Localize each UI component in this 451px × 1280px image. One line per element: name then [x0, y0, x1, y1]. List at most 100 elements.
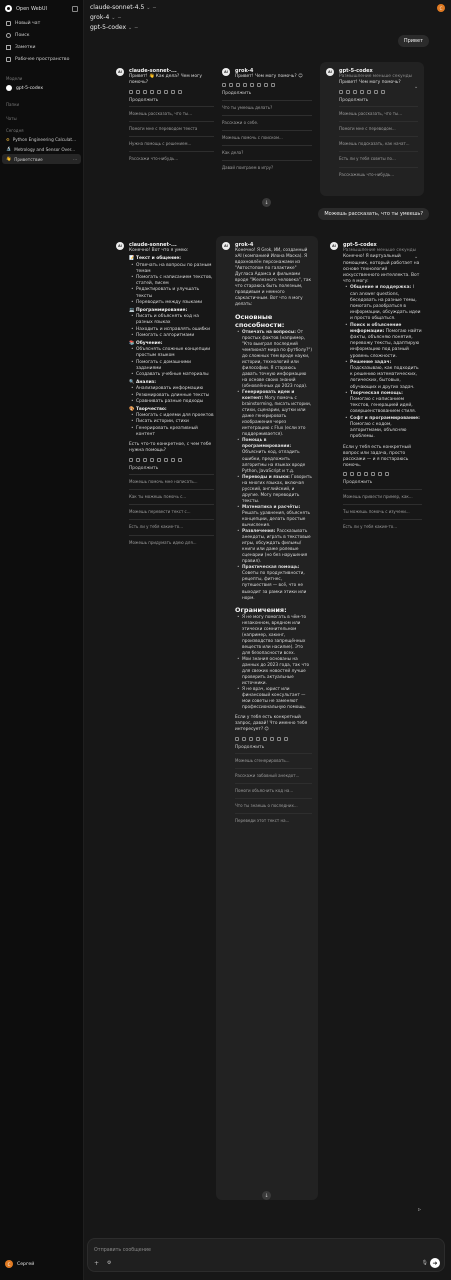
thumbs-down-icon[interactable]: [378, 472, 382, 477]
model-selector[interactable]: claude-sonnet-4.5 ⌄ − grok-4 ⌄ − gpt-5-c…: [90, 3, 157, 33]
copy-icon[interactable]: [136, 457, 140, 462]
thumbs-up-icon[interactable]: [157, 89, 161, 94]
thumbs-up-icon[interactable]: [367, 89, 371, 94]
regenerate-icon[interactable]: [271, 83, 275, 88]
followup-suggestion[interactable]: Что ты знаешь о последних...: [235, 797, 312, 813]
thumbs-down-icon[interactable]: [270, 736, 274, 741]
remove-icon[interactable]: −: [152, 5, 156, 11]
regenerate-icon[interactable]: [178, 457, 182, 462]
followup-suggestion[interactable]: Ты можешь помочь с изучени...: [343, 503, 422, 519]
thumbs-up-icon[interactable]: [371, 472, 375, 477]
followup-suggestion[interactable]: Расскажи забавный анекдот...: [235, 767, 312, 783]
thumbs-down-icon[interactable]: [374, 89, 378, 94]
followup-suggestion[interactable]: Можешь придумать идею для...: [129, 534, 214, 550]
plus-icon[interactable]: +: [94, 1260, 99, 1267]
followup-suggestion[interactable]: Можешь сгенерировать...: [235, 752, 312, 768]
followup-suggestion[interactable]: Есть ли у тебя какие-то...: [343, 518, 422, 534]
edit-icon[interactable]: [129, 457, 133, 462]
remove-icon[interactable]: −: [134, 25, 138, 31]
thumbs-down-icon[interactable]: [164, 89, 168, 94]
followup-suggestion[interactable]: Расскажи что-нибудь...: [129, 151, 214, 166]
chat-item[interactable]: ⚙ Python Engineering Calculat...: [0, 135, 83, 144]
thumbs-down-icon[interactable]: [164, 457, 168, 462]
voice-mode-button[interactable]: ➜: [430, 1258, 440, 1268]
folders-section-label[interactable]: Папки: [0, 99, 83, 109]
continue-icon[interactable]: [171, 457, 175, 462]
followup-suggestion[interactable]: Можешь рассказать, что ты...: [129, 105, 214, 121]
copy-icon[interactable]: [242, 736, 246, 741]
thumbs-down-icon[interactable]: [257, 83, 261, 88]
model-selector-1[interactable]: claude-sonnet-4.5 ⌄ −: [90, 3, 157, 13]
notes-button[interactable]: Заметки: [0, 41, 83, 53]
followup-suggestion[interactable]: Что ты умеешь делать?: [222, 99, 312, 115]
edit-icon[interactable]: [129, 89, 133, 94]
regenerate-icon[interactable]: [381, 89, 385, 94]
speaker-icon[interactable]: [143, 457, 147, 462]
workspace-button[interactable]: Рабочее пространство: [0, 53, 83, 65]
search-button[interactable]: Поиск: [0, 29, 83, 41]
followup-suggestion[interactable]: Можешь помочь мне написать...: [129, 473, 214, 489]
info-icon[interactable]: [150, 457, 154, 462]
thumbs-up-icon[interactable]: [250, 83, 254, 88]
info-icon[interactable]: [360, 89, 364, 94]
chat-item-active[interactable]: 👋 Приветствие ⋯: [2, 154, 81, 164]
info-icon[interactable]: [243, 83, 247, 88]
info-icon[interactable]: [150, 89, 154, 94]
message-input[interactable]: Отправить сообщение: [94, 1248, 151, 1253]
followup-suggestion[interactable]: Как дела?: [222, 145, 312, 160]
microphone-icon[interactable]: 🎙: [422, 1260, 428, 1266]
copy-icon[interactable]: [350, 472, 354, 477]
followup-suggestion[interactable]: Как ты можешь помочь с...: [129, 488, 214, 504]
speaker-icon[interactable]: [143, 89, 147, 94]
speaker-icon[interactable]: [249, 736, 253, 741]
followup-suggestion[interactable]: Можешь привести пример, как...: [343, 488, 422, 504]
sidebar-model-item[interactable]: gpt-5-codex: [0, 83, 83, 93]
edit-icon[interactable]: [339, 89, 343, 94]
remove-icon[interactable]: −: [117, 15, 121, 21]
followup-suggestion[interactable]: Помоги мне с переводом текста: [129, 121, 214, 136]
user-menu[interactable]: С Сергей: [5, 1260, 34, 1268]
edit-icon[interactable]: [222, 83, 226, 88]
scroll-down-button[interactable]: ↓: [262, 1191, 271, 1200]
followup-suggestion[interactable]: Можешь помочь с поиском...: [222, 130, 312, 145]
regenerate-icon[interactable]: [178, 89, 182, 94]
regenerate-icon[interactable]: [385, 472, 389, 477]
thumbs-up-icon[interactable]: [157, 457, 161, 462]
regenerate-icon[interactable]: [284, 736, 288, 741]
speaker-icon[interactable]: [353, 89, 357, 94]
followup-suggestion[interactable]: Можешь перевести текст с...: [129, 504, 214, 519]
info-icon[interactable]: [256, 736, 260, 741]
chevron-down-icon[interactable]: ⌄: [414, 254, 418, 260]
followup-suggestion[interactable]: Расскажешь что-нибудь...: [339, 166, 418, 182]
sidebar-toggle-icon[interactable]: [72, 5, 78, 12]
continue-icon[interactable]: [171, 89, 175, 94]
copy-icon[interactable]: [229, 83, 233, 88]
speaker-icon[interactable]: [357, 472, 361, 477]
more-icon[interactable]: ⋯: [73, 157, 77, 162]
edit-icon[interactable]: [235, 736, 239, 741]
followup-suggestion[interactable]: Есть ли у тебя советы по...: [339, 151, 418, 166]
followup-suggestion[interactable]: Нужна помощь с решением...: [129, 136, 214, 151]
followup-suggestion[interactable]: Помоги мне с переводом...: [339, 121, 418, 136]
avatar[interactable]: С: [437, 4, 445, 12]
followup-suggestion[interactable]: Можешь подсказать, как начат...: [339, 136, 418, 151]
continue-icon[interactable]: [277, 736, 281, 741]
message-composer[interactable]: Отправить сообщение + ⚙ 🎙 ➜: [87, 1238, 445, 1272]
thumbs-up-icon[interactable]: [263, 736, 267, 741]
new-chat-button[interactable]: Новый чат: [0, 17, 83, 29]
model-selector-2[interactable]: grok-4 ⌄ −: [90, 13, 157, 23]
followup-suggestion[interactable]: Помоги объяснить код на...: [235, 782, 312, 798]
scroll-down-button[interactable]: ↓: [262, 198, 271, 207]
copy-icon[interactable]: [346, 89, 350, 94]
chats-section-label[interactable]: Чаты: [0, 113, 83, 123]
edit-icon[interactable]: [343, 472, 347, 477]
followup-suggestion[interactable]: Расскажи о себе.: [222, 114, 312, 130]
followup-suggestion[interactable]: Переведи этот текст на...: [235, 812, 312, 828]
followup-suggestion[interactable]: Давай поиграем в игру?: [222, 160, 312, 175]
tools-icon[interactable]: ⚙: [107, 1260, 111, 1266]
info-icon[interactable]: [364, 472, 368, 477]
model-selector-3[interactable]: gpt-5-codex ⌄ −: [90, 23, 157, 33]
speaker-icon[interactable]: [236, 83, 240, 88]
continue-icon[interactable]: [264, 83, 268, 88]
chevron-down-icon[interactable]: ⌄: [414, 84, 418, 90]
